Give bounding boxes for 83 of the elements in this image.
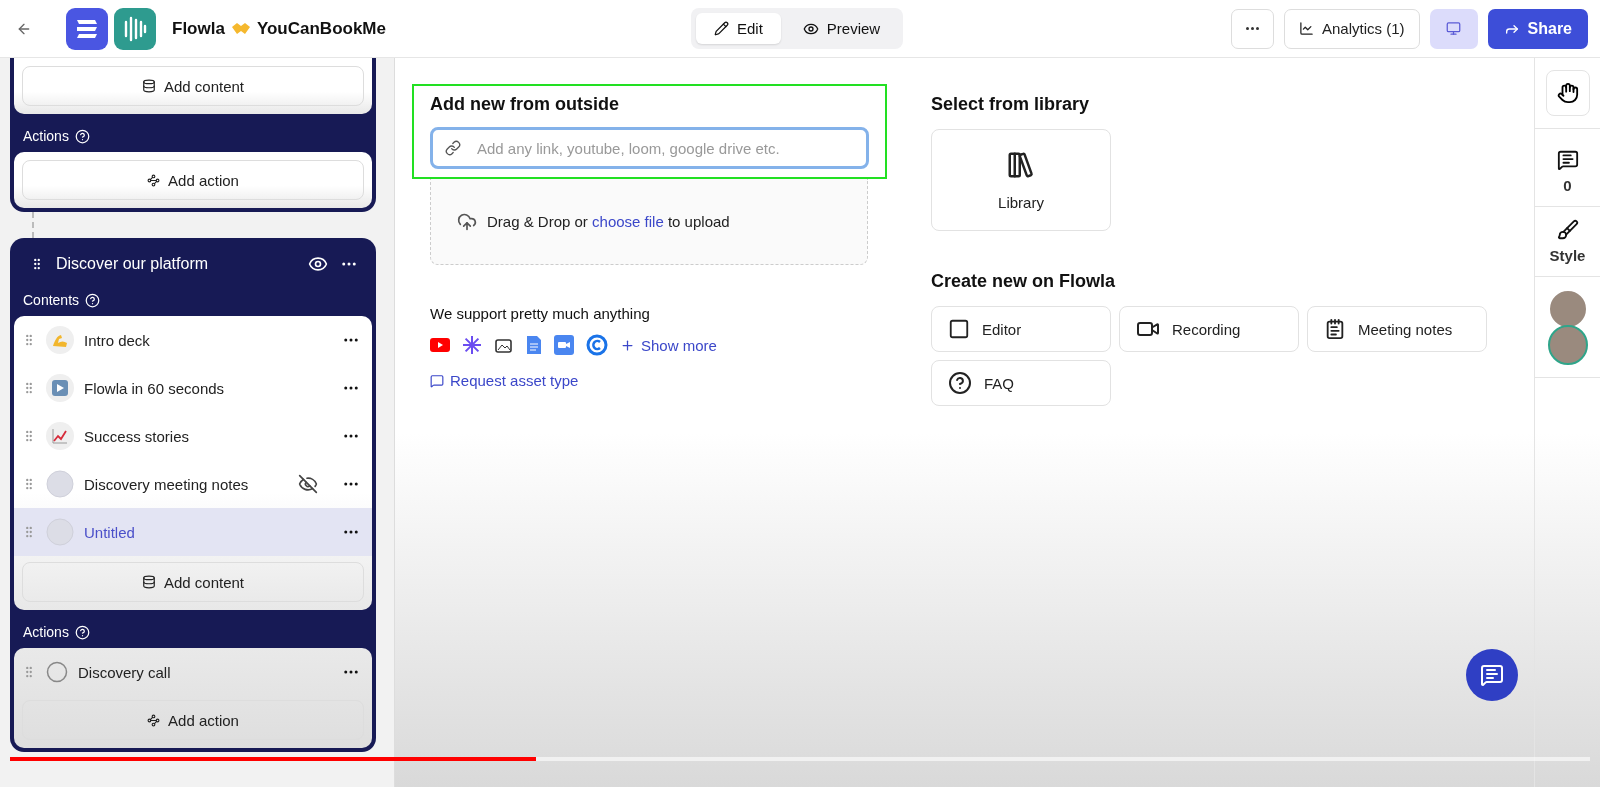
present-button[interactable] <box>1429 8 1478 49</box>
content-title: Discovery meeting notes <box>84 475 250 493</box>
content-item[interactable]: Flowla in 60 seconds <box>14 364 372 412</box>
mode-tab[interactable]: Preview <box>784 13 899 44</box>
sparkle-icon <box>462 335 482 355</box>
content-title: Success stories <box>84 427 191 445</box>
section-label: Actions <box>23 624 69 640</box>
create-option[interactable]: Meeting notes <box>1307 306 1487 352</box>
action-item[interactable]: Discovery call <box>14 648 372 696</box>
add-action-button[interactable]: Add action <box>22 160 364 200</box>
cloud-upload-icon <box>457 211 477 232</box>
create-option[interactable]: Editor <box>931 306 1111 352</box>
content-item[interactable]: Intro deck <box>14 316 372 364</box>
nodes-icon <box>147 713 161 727</box>
action-title: Discovery call <box>78 663 172 681</box>
database-icon <box>141 575 156 589</box>
section-heading: Add new from outside <box>430 94 620 115</box>
chat-button[interactable] <box>1466 649 1518 701</box>
comment-count: 0 <box>1563 177 1572 194</box>
avatar <box>1547 325 1588 365</box>
section-heading: Create new on Flowla <box>931 271 1117 292</box>
link-input-field[interactable]: Add any link, youtube, loom, google drive etc. <box>430 127 869 169</box>
page-title: Flowla <box>172 18 225 39</box>
request-asset-link[interactable]: Request asset type <box>430 372 887 389</box>
image-icon <box>494 336 514 354</box>
handshake-icon <box>230 20 251 37</box>
document-icon <box>526 335 542 355</box>
plus-icon <box>620 337 635 353</box>
youtube-icon <box>430 338 450 352</box>
circle-icon <box>46 661 68 683</box>
placeholder-circle-icon <box>46 518 74 546</box>
create-option[interactable]: FAQ <box>931 360 1111 406</box>
waving-hand-icon <box>1556 82 1579 104</box>
flexed-arm-icon <box>46 326 74 354</box>
visibility-icon[interactable] <box>308 254 328 274</box>
nodes-icon <box>147 173 161 187</box>
database-icon <box>141 79 156 93</box>
support-text: We support pretty much anything <box>430 305 651 322</box>
content-item[interactable]: Untitled <box>14 508 372 556</box>
comment-icon[interactable] <box>1556 149 1579 171</box>
link-icon <box>445 140 461 156</box>
video-call-icon <box>554 335 574 355</box>
show-more-link[interactable]: Show more <box>620 336 717 354</box>
bars-logo-icon <box>114 7 156 50</box>
pencil-icon <box>714 21 729 36</box>
circular-c-icon <box>586 334 608 356</box>
mode-tab[interactable]: Edit <box>696 13 781 44</box>
content-item[interactable]: Discovery meeting notes <box>14 460 372 508</box>
placeholder-circle-icon <box>46 470 74 498</box>
section-heading: Select from library <box>931 94 1091 115</box>
wave-button[interactable] <box>1545 70 1590 116</box>
upload-text: Drag & Drop or choose file to upload <box>487 213 730 230</box>
style-label[interactable]: Style <box>1549 247 1586 264</box>
add-content-button[interactable]: Add content <box>22 562 364 602</box>
choose-file-link[interactable]: choose file <box>592 213 664 230</box>
play-icon <box>46 374 74 402</box>
content-title: Flowla in 60 seconds <box>84 379 226 397</box>
chart-icon <box>46 422 74 450</box>
stack-logo-icon <box>66 7 108 50</box>
help-icon <box>74 128 90 144</box>
share-button[interactable]: Share <box>1487 8 1588 49</box>
library-card[interactable]: Library <box>931 129 1111 231</box>
chat-icon <box>1480 663 1504 687</box>
monitor-icon <box>1446 21 1462 36</box>
brush-icon[interactable] <box>1556 219 1579 241</box>
content-item[interactable]: Success stories <box>14 412 372 460</box>
notepad-icon <box>1324 318 1346 340</box>
content-title: Untitled <box>84 523 136 541</box>
help-icon <box>74 624 90 640</box>
page-title: YouCanBookMe <box>256 18 386 39</box>
section-label: Contents <box>23 292 80 308</box>
stage-title: Discover our platform <box>56 255 210 273</box>
speech-bubble-icon <box>430 373 444 388</box>
bracket-square-icon <box>948 318 970 340</box>
create-option[interactable]: Recording <box>1119 306 1299 352</box>
content-title: Intro deck <box>84 331 151 349</box>
help-icon <box>85 292 101 308</box>
help-circle-icon <box>948 371 972 395</box>
analytics-button[interactable]: Analytics (1) <box>1284 8 1420 49</box>
section-label: Actions <box>23 128 69 144</box>
add-content-button[interactable]: Add content <box>22 66 364 106</box>
ellipsis-icon <box>1246 27 1259 30</box>
line-chart-icon <box>1299 21 1314 36</box>
